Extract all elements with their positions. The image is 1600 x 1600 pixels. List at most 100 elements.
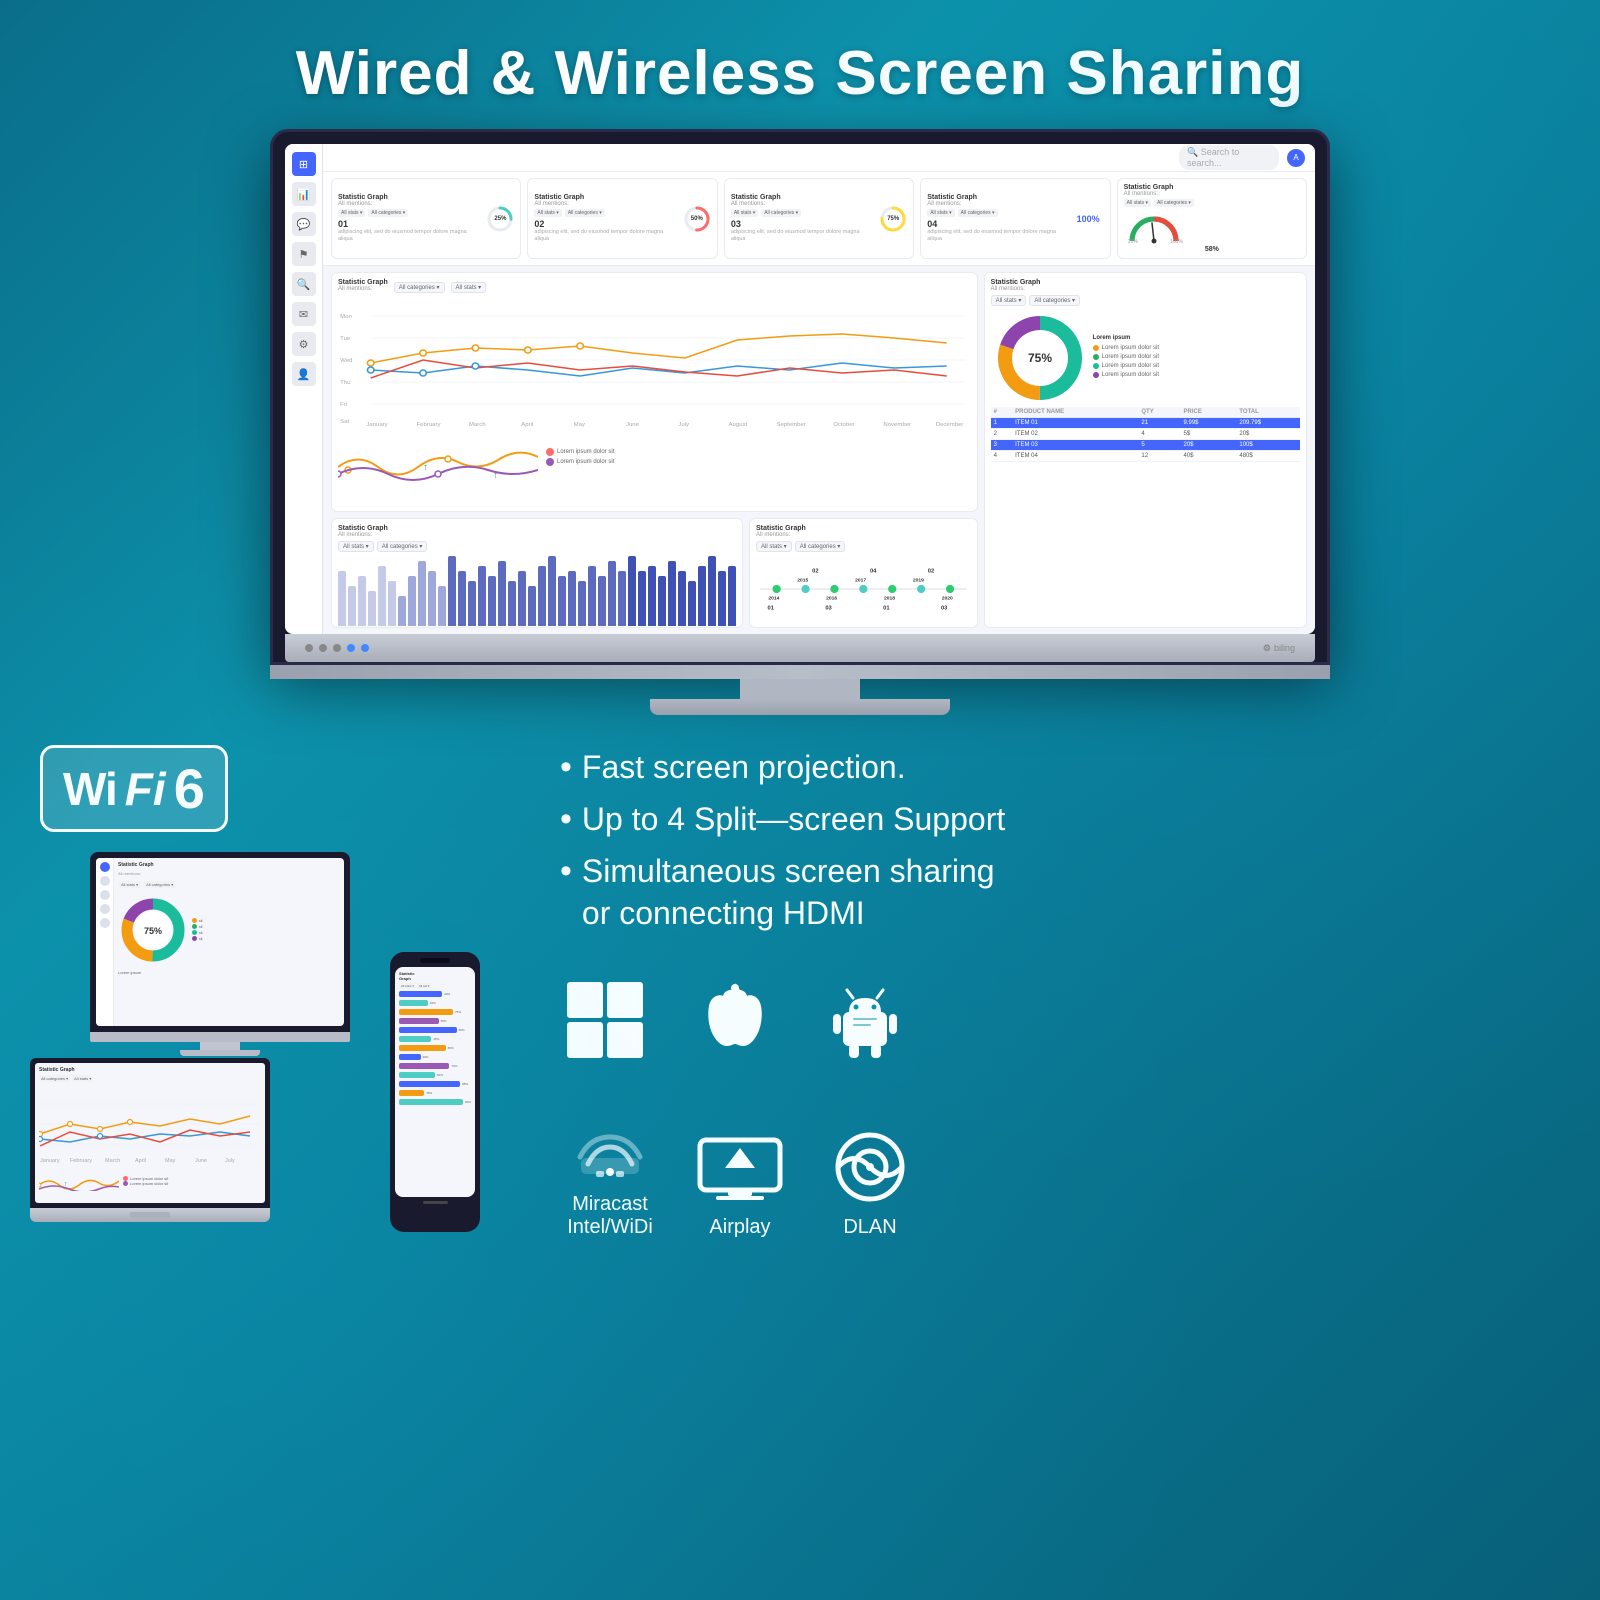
svg-text:March: March: [105, 1158, 120, 1164]
stat-card-2-num: 02: [534, 219, 677, 229]
timeline-panel: Statistic Graph All mentions: All stats …: [749, 518, 978, 628]
desktop-screen: Statistic Graph All mentions: All stats …: [90, 852, 350, 1032]
stat-card-4-value: 100%: [1073, 210, 1104, 228]
tv-stand-top: [270, 665, 1330, 679]
sidebar-user-icon[interactable]: 👤: [292, 362, 316, 386]
sidebar-chart-icon[interactable]: 📊: [292, 182, 316, 206]
sidebar-msg-icon[interactable]: 💬: [292, 212, 316, 236]
donut-sub: All mentions:: [991, 286, 1300, 292]
svg-text:February: February: [70, 1158, 92, 1164]
table-row: 1ITEM 01219.99$209.79$: [991, 418, 1300, 429]
svg-text:April: April: [521, 422, 533, 428]
sidebar-home-icon[interactable]: ⊞: [292, 152, 316, 176]
desktop-stand-bar: [90, 1032, 350, 1042]
sidebar-search-icon[interactable]: 🔍: [292, 272, 316, 296]
connections-row: Miracast Intel/WiDi Airpla: [560, 1105, 1560, 1239]
desktop-stat-title: Statistic Graph: [118, 862, 340, 868]
bar-chart-panel: Statistic Graph All mentions: All stats …: [331, 518, 743, 628]
windows-icon: [560, 975, 650, 1065]
stat-card-4-desc: adipiscing elit, sed do eiusmod tempor d…: [927, 229, 1067, 243]
donut-filter-stats[interactable]: All stats ▾: [991, 295, 1027, 306]
desktop-stand-neck: [200, 1042, 240, 1050]
laptop-trackpad: [130, 1212, 170, 1218]
svg-text:2015: 2015: [797, 578, 808, 584]
phone-notch: [420, 958, 450, 963]
feature-item-1: • Fast screen projection.: [560, 745, 1560, 789]
tv-frame: ⊞ 📊 💬 ⚑ 🔍 ✉ ⚙ 👤 🔍 Search to search... A: [270, 129, 1330, 665]
stat-card-1-title: Statistic Graph: [338, 194, 481, 201]
svg-text:April: April: [135, 1158, 146, 1164]
table-row: 2ITEM 0245$20$: [991, 429, 1300, 440]
stat-card-2-progress: 50%: [683, 205, 711, 233]
stat-card-3-num: 03: [731, 219, 874, 229]
line-chart-filter-stats[interactable]: All stats ▾: [451, 282, 487, 293]
stat-card-3-sub: All mentions:: [731, 201, 874, 207]
svg-text:Thu: Thu: [340, 380, 350, 386]
sidebar-settings-icon[interactable]: ⚙: [292, 332, 316, 356]
stat-cards-row: Statistic Graph All mentions: All stats …: [323, 172, 1315, 266]
platforms-row: [560, 975, 1560, 1065]
feature-item-2: • Up to 4 Split—screen Support: [560, 797, 1560, 841]
sidebar-flag-icon[interactable]: ⚑: [292, 242, 316, 266]
svg-text:July: July: [225, 1158, 235, 1164]
stat-card-1-info: Statistic Graph All mentions: All stats …: [338, 194, 481, 243]
bar-chart-area: [338, 556, 736, 626]
donut-title: Statistic Graph: [991, 279, 1300, 286]
desktop-stand-base: [180, 1050, 260, 1056]
bullet-2: •: [560, 797, 572, 841]
user-avatar[interactable]: A: [1287, 149, 1305, 167]
bar-filter-categories[interactable]: All categories ▾: [377, 541, 428, 552]
tv-dot-3: [333, 644, 341, 652]
charts-area: Statistic Graph All mentions: All catego…: [323, 266, 1315, 634]
wifi-fi-text: Fi: [125, 762, 166, 816]
stat-card-1-desc: adipiscing elit, sed do eiusmod tempor d…: [338, 229, 481, 243]
line-chart-title: Statistic Graph All mentions:: [338, 279, 388, 295]
wave-chart-row: ↑ ↑ Lorem ip: [338, 432, 971, 482]
tv-bottom-bar: ⚙ biling: [285, 634, 1315, 662]
donut-chart-area: 75% Lorem ipsum Lorem ipsum dolor sit Lo…: [991, 309, 1300, 407]
bar-chart-sub: All mentions:: [338, 532, 736, 538]
dlan-icon: [820, 1128, 920, 1208]
apple-icon: [690, 975, 780, 1065]
table-header-row: # PRODUCT NAME QTY PRICE TOTAL: [991, 407, 1300, 418]
line-chart-header: Statistic Graph All mentions: All catego…: [338, 279, 971, 295]
stat-card-3-desc: adipiscing elit, sed do eiusmod tempor d…: [731, 229, 874, 243]
android-icon: [820, 975, 910, 1065]
feature-text-2: Up to 4 Split—screen Support: [582, 799, 1560, 841]
airplay-label: Airplay: [709, 1216, 770, 1239]
phone-screen: StatisticGraph All stats ▾ All cat ▾ 60%: [395, 967, 475, 1197]
svg-text:February: February: [417, 422, 441, 428]
timeline-filter-categories[interactable]: All categories ▾: [795, 541, 846, 552]
svg-text:2019: 2019: [913, 578, 924, 584]
chart-right: Statistic Graph All mentions: All stats …: [984, 272, 1307, 628]
line-chart-filter-categories[interactable]: All categories ▾: [394, 282, 445, 293]
svg-text:100%: 100%: [1170, 239, 1183, 245]
svg-text:75%: 75%: [1028, 351, 1052, 365]
stat-card-4: Statistic Graph All mentions: All stats …: [920, 178, 1110, 259]
timeline-filter-stats[interactable]: All stats ▾: [756, 541, 792, 552]
stat-card-2-title: Statistic Graph: [534, 194, 677, 201]
bullet-1: •: [560, 745, 572, 789]
tv-dot-1: [305, 644, 313, 652]
dashboard-content: 🔍 Search to search... A Statistic Graph …: [323, 144, 1315, 634]
desktop-lorem: Lorem ipsum: [118, 970, 340, 975]
svg-text:03: 03: [941, 606, 947, 612]
stat-card-2-info: Statistic Graph All mentions: All stats …: [534, 194, 677, 243]
svg-text:02: 02: [928, 568, 934, 574]
svg-text:October: October: [833, 422, 854, 428]
donut-filter-categories[interactable]: All categories ▾: [1029, 295, 1080, 306]
gauge-chart: 25% 100% 58%: [1124, 209, 1300, 253]
tv-screen: ⊞ 📊 💬 ⚑ 🔍 ✉ ⚙ 👤 🔍 Search to search... A: [285, 144, 1315, 634]
stat-card-4-sub: All mentions:: [927, 201, 1067, 207]
bar-filter-stats[interactable]: All stats ▾: [338, 541, 374, 552]
svg-text:March: March: [469, 422, 486, 428]
tv-stand-base: [650, 699, 950, 715]
stat-card-3-title: Statistic Graph: [731, 194, 874, 201]
sidebar-mail-icon[interactable]: ✉: [292, 302, 316, 326]
feature-text-3: Simultaneous screen sharing or connectin…: [582, 851, 1560, 934]
feature-text-1: Fast screen projection.: [582, 747, 1560, 789]
search-box[interactable]: 🔍 Search to search...: [1179, 145, 1279, 170]
svg-text:June: June: [626, 422, 639, 428]
svg-text:Wed: Wed: [340, 358, 352, 364]
bottom-section: Wi Fi 6: [0, 715, 1600, 1259]
